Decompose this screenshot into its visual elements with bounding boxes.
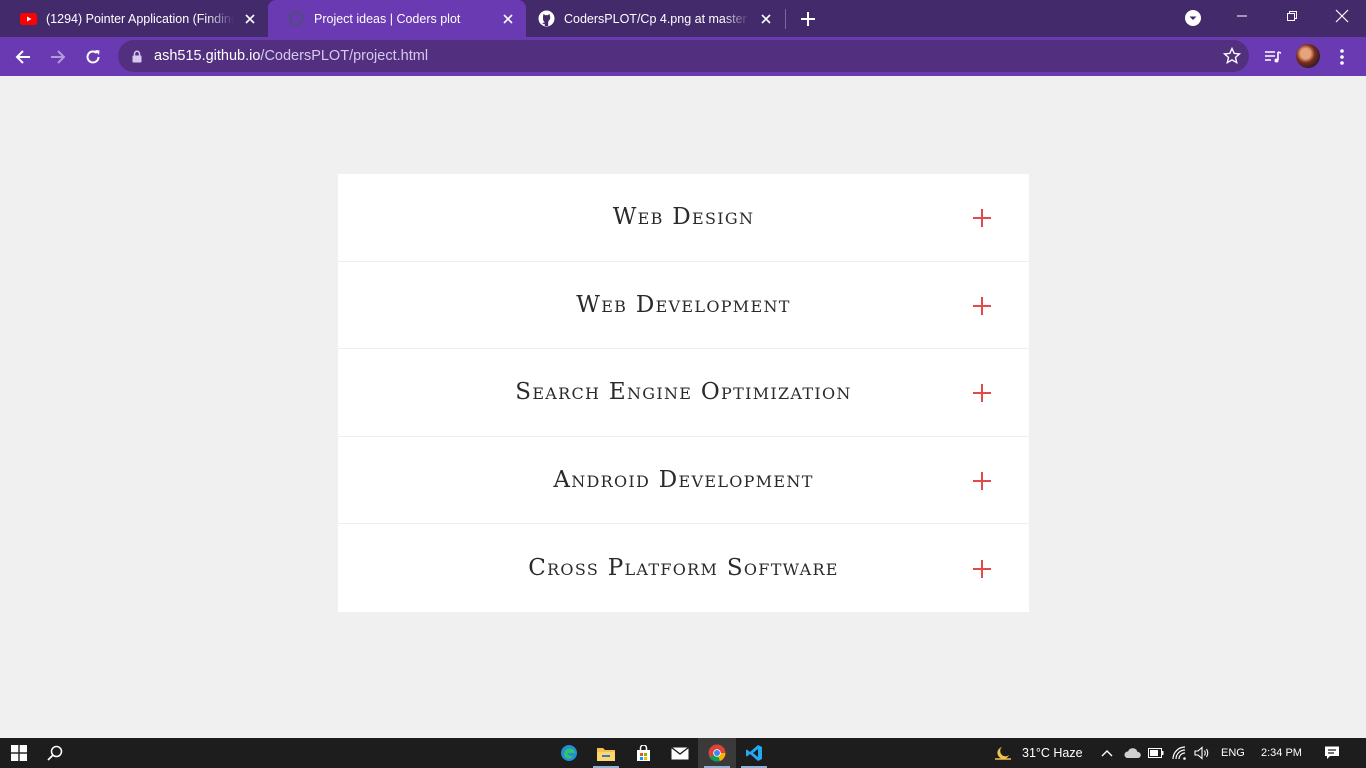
- edge-taskbar-icon[interactable]: [550, 738, 588, 768]
- accordion-title: Web Development: [576, 291, 791, 318]
- restore-button[interactable]: [1268, 0, 1316, 32]
- tab-title: CodersPLOT/Cp 4.png at master · Ash: [564, 11, 750, 26]
- language-indicator[interactable]: ENG: [1221, 738, 1245, 768]
- vscode-icon: [746, 745, 762, 761]
- chrome-icon: [708, 744, 726, 762]
- accordion-item-web-design[interactable]: Web Design: [338, 174, 1029, 262]
- tab-strip: (1294) Pointer Application (Finding the …: [0, 0, 1366, 37]
- github-icon: [538, 10, 555, 27]
- plus-icon[interactable]: [973, 384, 991, 403]
- notifications-icon[interactable]: [1324, 745, 1340, 761]
- bookmark-star-icon[interactable]: [1222, 46, 1242, 65]
- lock-icon[interactable]: [130, 49, 144, 63]
- tab-search-button[interactable]: [1184, 9, 1202, 27]
- plus-icon[interactable]: [973, 560, 991, 579]
- minimize-icon: [1237, 15, 1247, 17]
- tab-github[interactable]: CodersPLOT/Cp 4.png at master · Ash: [526, 0, 784, 37]
- reload-icon: [86, 50, 100, 64]
- tab-separator: [785, 9, 786, 29]
- accordion-title: Web Design: [612, 204, 755, 231]
- media-queue-icon: [1265, 51, 1282, 63]
- store-icon: [636, 744, 650, 761]
- url-text[interactable]: ash515.github.io/CodersPLOT/project.html: [154, 48, 428, 64]
- accordion-item-cross-platform[interactable]: Cross Platform Software: [338, 524, 1029, 612]
- url-path: /CodersPLOT/project.html: [260, 48, 429, 64]
- search-icon: [47, 745, 63, 761]
- browser-toolbar: ash515.github.io/CodersPLOT/project.html: [0, 37, 1366, 76]
- weather-icon[interactable]: [992, 745, 1014, 761]
- tab-title: (1294) Pointer Application (Finding the: [46, 11, 234, 26]
- start-button[interactable]: [0, 738, 38, 768]
- windows-taskbar: 31°C Haze ENG 2:34 PM: [0, 738, 1366, 768]
- menu-button[interactable]: [1329, 44, 1355, 70]
- more-vert-icon: [1340, 49, 1344, 65]
- tab-youtube[interactable]: (1294) Pointer Application (Finding the: [0, 0, 268, 37]
- arrow-left-icon: [15, 50, 30, 64]
- accordion-item-seo[interactable]: Search Engine Optimization: [338, 349, 1029, 437]
- project-accordion: Web Design Web Development Search Engine…: [338, 174, 1029, 612]
- clock[interactable]: 2:34 PM: [1261, 738, 1302, 768]
- accordion-item-web-development[interactable]: Web Development: [338, 262, 1029, 350]
- address-bar[interactable]: ash515.github.io/CodersPLOT/project.html: [118, 40, 1249, 72]
- accordion-title: Search Engine Optimization: [515, 379, 852, 406]
- chevron-up-icon[interactable]: [1099, 745, 1115, 761]
- mail-taskbar-icon[interactable]: [661, 738, 699, 768]
- reload-button[interactable]: [80, 44, 106, 70]
- media-control-button[interactable]: [1260, 44, 1286, 70]
- chevron-down-icon: [1185, 10, 1201, 26]
- close-tab-icon[interactable]: [500, 11, 516, 27]
- windows-logo-icon: [11, 745, 27, 761]
- page-viewport: Web Design Web Development Search Engine…: [0, 76, 1366, 738]
- weather-text[interactable]: 31°C Haze: [1022, 738, 1083, 768]
- plus-icon[interactable]: [973, 472, 991, 491]
- back-button[interactable]: [10, 44, 36, 70]
- edge-icon: [561, 745, 577, 761]
- tab-project-ideas[interactable]: Project ideas | Coders plot: [268, 0, 526, 37]
- url-host: ash515.github.io: [154, 48, 261, 64]
- minimize-button[interactable]: [1218, 0, 1266, 32]
- restore-icon: [1287, 11, 1297, 21]
- tab-title: Project ideas | Coders plot: [314, 11, 461, 26]
- new-tab-button[interactable]: [796, 7, 820, 31]
- accordion-title: Android Development: [553, 467, 814, 494]
- mail-icon: [671, 746, 689, 759]
- forward-button[interactable]: [45, 44, 71, 70]
- file-explorer-taskbar-icon[interactable]: [587, 738, 625, 768]
- onedrive-icon[interactable]: [1123, 745, 1141, 761]
- plus-icon: [801, 12, 815, 26]
- plus-icon[interactable]: [973, 296, 991, 315]
- vscode-taskbar-icon[interactable]: [735, 738, 773, 768]
- youtube-icon: [20, 10, 37, 27]
- battery-icon[interactable]: [1148, 745, 1164, 761]
- accordion-item-android-development[interactable]: Android Development: [338, 437, 1029, 525]
- file-explorer-icon: [597, 747, 615, 761]
- volume-icon[interactable]: [1194, 745, 1210, 761]
- close-icon: [1335, 9, 1349, 23]
- accordion-title: Cross Platform Software: [528, 555, 839, 582]
- profile-avatar[interactable]: [1296, 44, 1320, 68]
- plus-icon[interactable]: [973, 209, 991, 228]
- wifi-icon[interactable]: [1172, 745, 1188, 761]
- chrome-taskbar-icon[interactable]: [698, 738, 736, 768]
- close-tab-icon[interactable]: [242, 11, 258, 27]
- arrow-right-icon: [51, 50, 66, 64]
- globe-icon: [288, 10, 305, 27]
- store-taskbar-icon[interactable]: [624, 738, 662, 768]
- close-tab-icon[interactable]: [758, 11, 774, 27]
- search-button[interactable]: [36, 738, 74, 768]
- close-window-button[interactable]: [1318, 0, 1366, 32]
